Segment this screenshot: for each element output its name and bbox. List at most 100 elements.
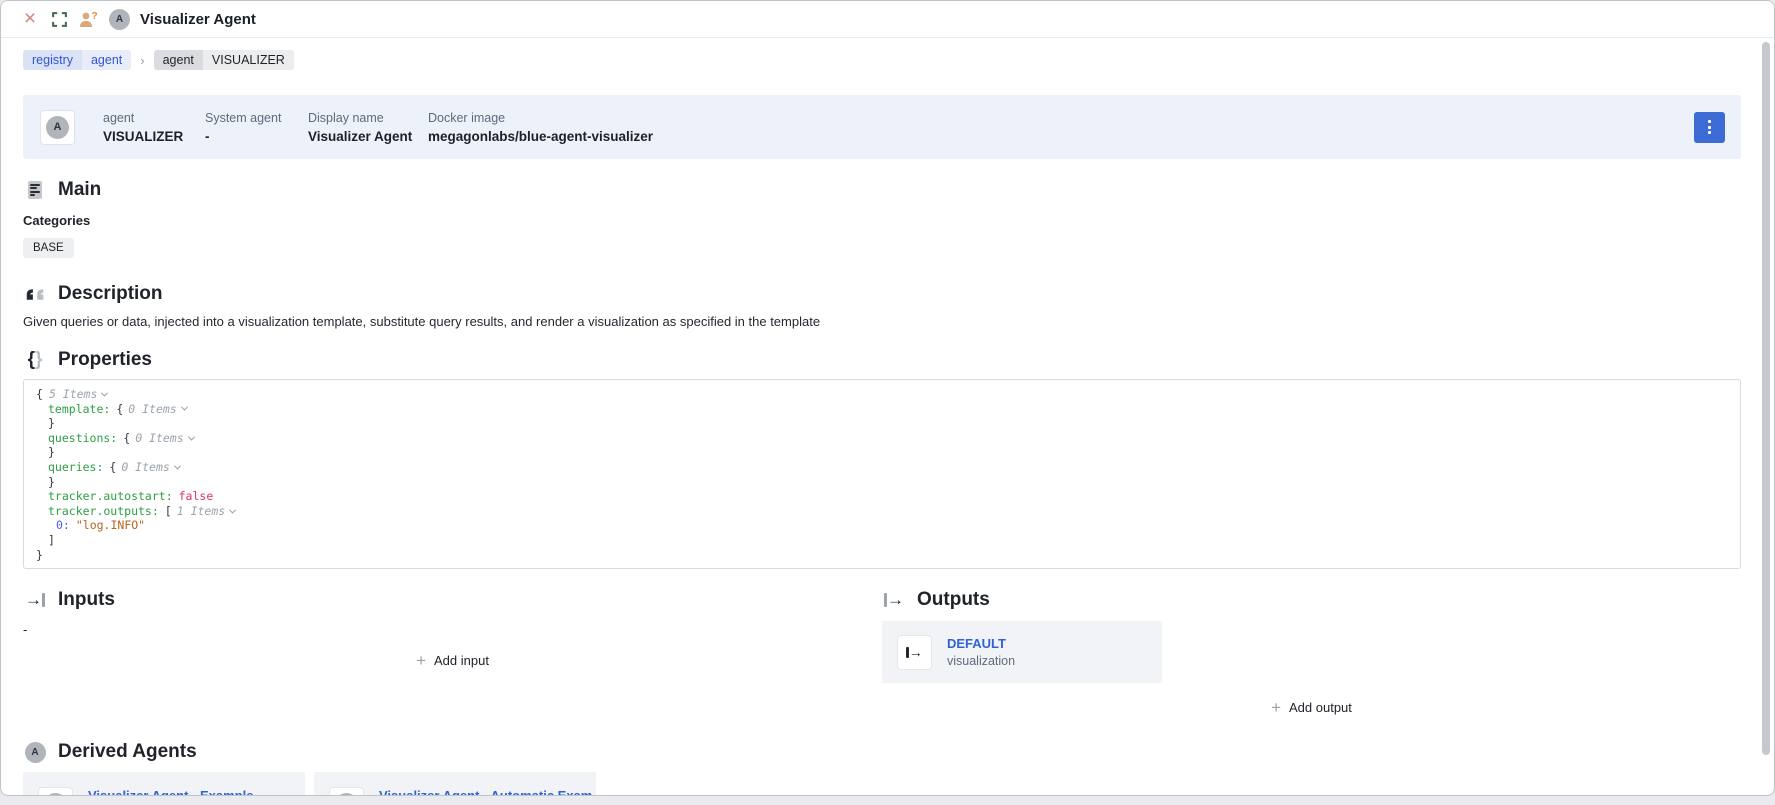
plus-icon: +: [416, 651, 426, 670]
description-text: Given queries or data, injected into a v…: [23, 314, 821, 329]
field-display-name: Display name Visualizer Agent: [308, 111, 428, 144]
field-value: -: [205, 128, 210, 144]
field-label: System agent: [205, 110, 282, 125]
add-input-label: Add input: [434, 653, 489, 668]
json-line: }: [48, 445, 55, 460]
user-help-button[interactable]: ?: [77, 8, 99, 30]
derived-agent-card[interactable]: A Visualizer Agent - Example Example Vis…: [23, 772, 305, 795]
expand-button[interactable]: [48, 8, 70, 30]
json-line: tracker.autostart: false: [48, 489, 214, 504]
outputs-icon: →: [882, 591, 906, 608]
json-line: { 5 Items: [36, 387, 1728, 402]
agent-avatar-tile: A: [41, 110, 74, 144]
agent-avatar-icon: A: [44, 792, 67, 795]
kebab-icon: [1708, 125, 1711, 129]
agent-info-banner: A agent VISUALIZER System agent - Displa…: [23, 95, 1741, 159]
field-value: VISUALIZER: [103, 128, 184, 144]
list-icon: [23, 181, 47, 199]
chevron-right-icon: ›: [140, 52, 145, 68]
json-line: 0: "log.INFO": [56, 518, 146, 533]
field-value: Visualizer Agent: [308, 128, 413, 144]
breadcrumb-agent-type: agent: [153, 50, 203, 70]
section-title-derived-agents: Derived Agents: [58, 741, 197, 762]
json-line: }: [48, 474, 55, 489]
derived-agents-list: A Visualizer Agent - Example Example Vis…: [23, 772, 1741, 795]
breadcrumb-agent-pill[interactable]: agent VISUALIZER: [153, 50, 294, 70]
user-help-icon: ?: [79, 11, 97, 27]
inputs-icon: →: [23, 591, 47, 608]
categories-label: Categories: [23, 213, 91, 228]
expand-icon: [51, 11, 67, 27]
field-label: Docker image: [428, 110, 506, 125]
breadcrumb-registry-pill[interactable]: registry agent: [23, 50, 132, 70]
section-outputs-header: → Outputs: [882, 589, 1741, 611]
field-docker-image: Docker image megagonlabs/blue-agent-visu…: [428, 111, 653, 144]
svg-text:?: ?: [91, 11, 97, 22]
breadcrumb-agent-name: VISUALIZER: [202, 50, 294, 70]
kebab-icon: [1708, 120, 1711, 123]
derived-agent-tile: A: [39, 787, 72, 795]
json-line: template: { 0 Items: [36, 402, 1728, 417]
section-title-outputs: Outputs: [917, 589, 990, 610]
agent-avatar-icon: A: [46, 115, 69, 139]
derived-agent-title-link[interactable]: Visualizer Agent - Automatic Exam...: [379, 788, 603, 795]
chevron-down-icon[interactable]: [187, 433, 195, 441]
agent-actions-menu-button[interactable]: [1694, 111, 1725, 143]
output-name-link[interactable]: DEFAULT: [947, 636, 1015, 651]
agent-avatar-icon: A: [335, 792, 358, 795]
agent-avatar: A: [109, 8, 130, 30]
quote-icon: [23, 287, 47, 302]
json-line: questions: { 0 Items: [36, 431, 1728, 446]
plus-icon: +: [1271, 698, 1282, 717]
derived-agents-icon: A: [23, 741, 47, 763]
outputs-column: → Outputs → DEFAULT visualization + Add …: [882, 569, 1741, 717]
breadcrumb-registry-type: agent: [81, 50, 132, 70]
json-line: ]: [48, 532, 55, 547]
agent-detail-window: × ? A Visualizer Agent registry agent › …: [0, 0, 1775, 796]
json-line: }: [36, 547, 43, 562]
add-output-label: Add output: [1289, 700, 1352, 715]
section-properties-header: {} Properties: [23, 349, 1741, 371]
output-icon: →: [906, 644, 923, 660]
vertical-scrollbar: [1761, 40, 1771, 789]
chevron-down-icon[interactable]: [101, 389, 109, 397]
derived-agent-card[interactable]: A Visualizer Agent - Automatic Exam... E…: [314, 772, 603, 795]
braces-icon: {}: [27, 349, 43, 370]
field-value: megagonlabs/blue-agent-visualizer: [428, 128, 654, 144]
section-derived-header: A Derived Agents: [23, 741, 1741, 763]
derived-agent-tile: A: [330, 787, 363, 795]
chevron-down-icon[interactable]: [229, 506, 237, 514]
section-description-header: Description: [23, 283, 1741, 305]
section-title-main: Main: [58, 179, 102, 200]
breadcrumb-registry-name: registry: [23, 50, 82, 70]
json-line: tracker.outputs: [ 1 Items: [36, 504, 1728, 519]
section-title-properties: Properties: [58, 349, 152, 370]
field-label: agent: [103, 110, 135, 125]
inputs-column: → Inputs - + Add input: [23, 569, 882, 715]
section-main-header: Main: [23, 179, 1741, 201]
chevron-down-icon[interactable]: [180, 403, 188, 412]
add-input-button[interactable]: + Add input: [416, 651, 489, 670]
close-button[interactable]: ×: [19, 8, 41, 30]
derived-agent-title-link[interactable]: Visualizer Agent - Example: [88, 788, 305, 795]
topbar: × ? A Visualizer Agent: [1, 1, 1774, 38]
add-output-button[interactable]: + Add output: [1271, 698, 1352, 717]
breadcrumb: registry agent › agent VISUALIZER: [23, 49, 1741, 71]
close-icon: ×: [23, 7, 37, 30]
properties-json-viewer: { 5 Items template: { 0 Items } question…: [23, 379, 1741, 569]
section-title-description: Description: [58, 283, 163, 304]
window-title: Visualizer Agent: [140, 10, 256, 28]
json-line: queries: { 0 Items: [36, 460, 1728, 475]
scrollbar-thumb[interactable]: [1762, 42, 1770, 755]
kebab-icon: [1708, 131, 1711, 134]
output-item-default[interactable]: → DEFAULT visualization: [882, 621, 1162, 683]
output-description: visualization: [947, 654, 1016, 668]
chevron-down-icon[interactable]: [173, 462, 181, 470]
section-inputs-header: → Inputs: [23, 589, 882, 611]
section-title-inputs: Inputs: [58, 589, 115, 610]
json-line: }: [48, 416, 55, 431]
inputs-empty-value: -: [23, 622, 28, 637]
field-system-agent: System agent -: [205, 111, 308, 144]
field-agent: agent VISUALIZER: [103, 111, 205, 144]
field-label: Display name: [308, 110, 384, 125]
